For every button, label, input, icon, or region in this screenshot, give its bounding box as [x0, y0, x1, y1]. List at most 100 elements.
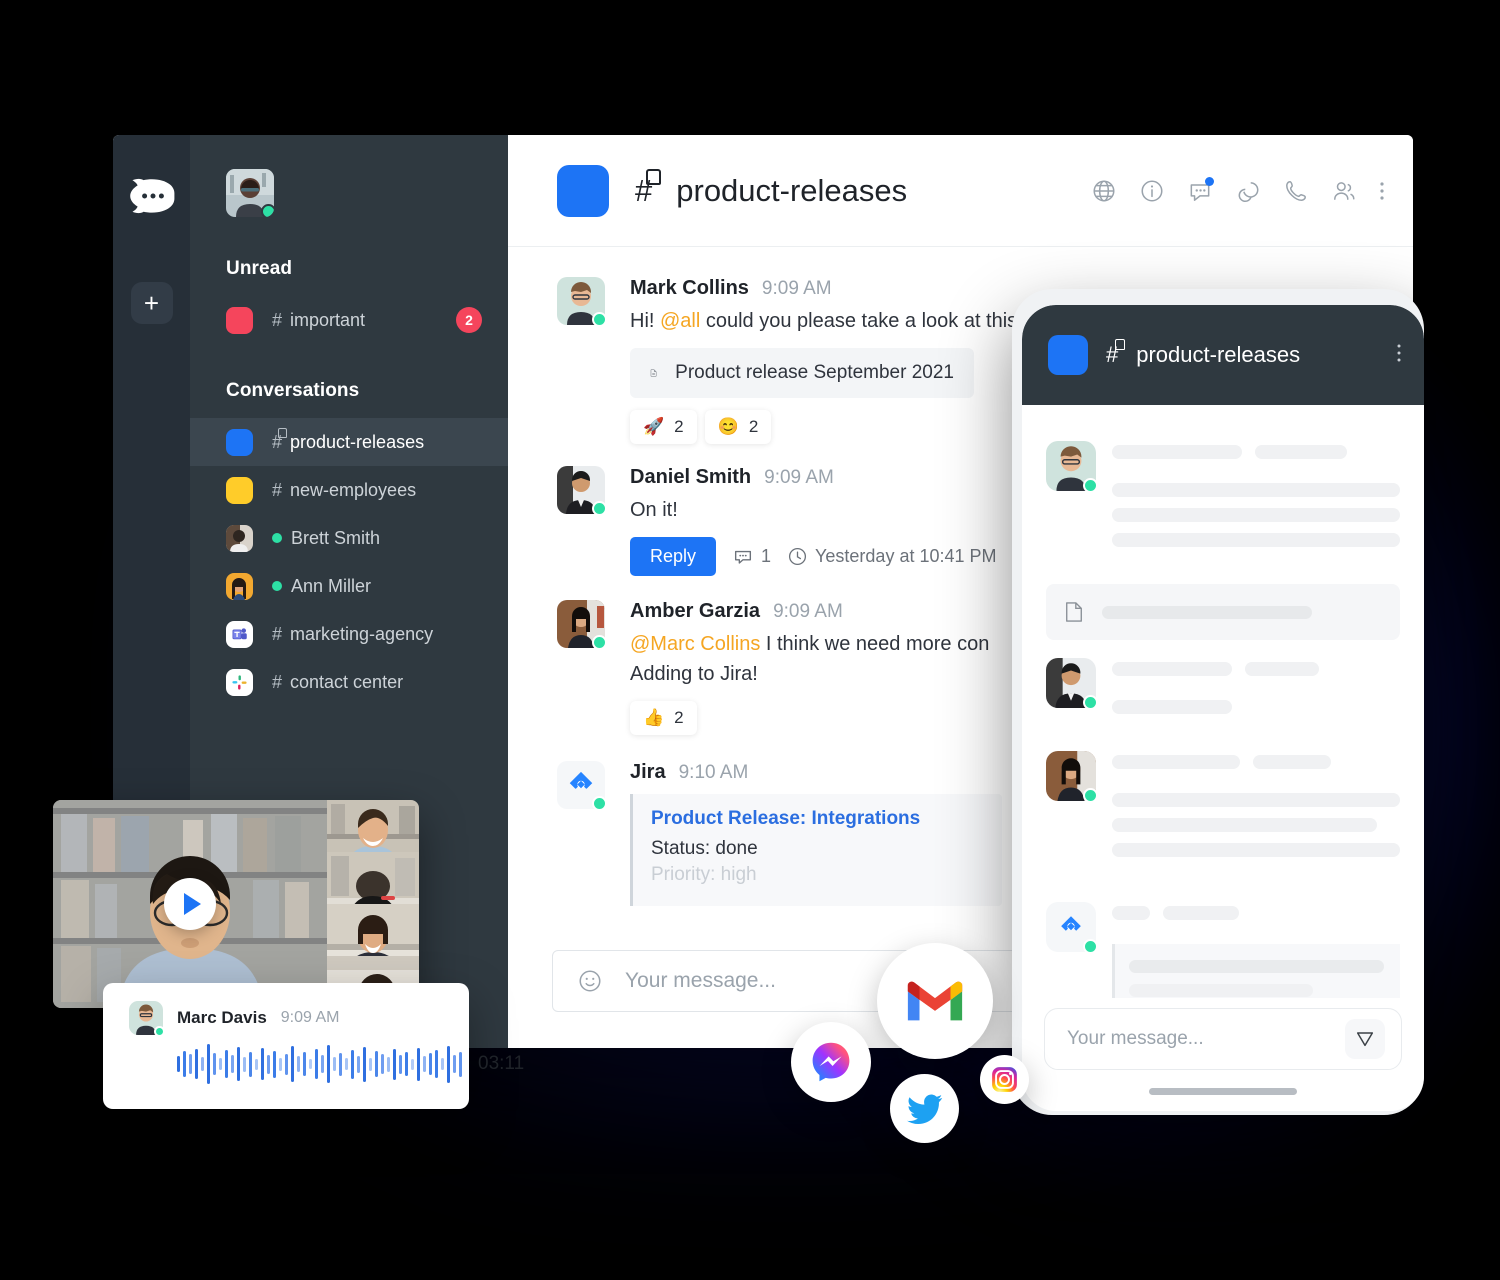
thread-count-meta[interactable]: 1 — [732, 546, 771, 568]
skeleton-lines — [1112, 658, 1400, 725]
attachment-card[interactable] — [1046, 584, 1400, 640]
jira-issue-card[interactable]: Product Release: Integrations Status: do… — [630, 794, 1002, 906]
sidebar-item-label: marketing-agency — [290, 623, 434, 644]
phone-message-list[interactable] — [1022, 405, 1424, 998]
jira-issue-title[interactable]: Product Release: Integrations — [651, 808, 982, 830]
avatar — [1046, 658, 1098, 710]
skeleton-lines — [1112, 441, 1400, 558]
participant-tile[interactable] — [327, 852, 419, 904]
video-call-card[interactable] — [53, 800, 419, 1008]
sidebar-item-label: contact center — [290, 671, 404, 692]
sidebar-item-label: Brett Smith — [291, 527, 381, 548]
header-actions — [1091, 176, 1385, 204]
sidebar-item-brett-smith[interactable]: Brett Smith — [190, 514, 508, 562]
document-icon — [650, 369, 657, 377]
audio-player-row[interactable]: 03:11 — [129, 1041, 524, 1087]
clock-icon — [789, 547, 807, 566]
jira-icon — [569, 771, 593, 789]
message-text-after: could you please take a look at this — [700, 310, 1018, 332]
sidebar-item-label: Ann Miller — [291, 575, 372, 596]
sidebar-item-marketing-agency[interactable]: # marketing-agency — [190, 610, 508, 658]
reaction-rocket[interactable]: 🚀 2 — [630, 410, 697, 444]
send-button[interactable] — [1345, 1019, 1385, 1059]
sidebar-item-product-releases[interactable]: # product-releases — [190, 418, 508, 466]
phone-chat-header: # product-releases — [1022, 305, 1424, 405]
waveform-icon[interactable] — [177, 1041, 462, 1087]
emoji-icon[interactable] — [577, 968, 603, 994]
list-item — [1046, 751, 1400, 868]
twitter-bubble[interactable] — [890, 1074, 959, 1143]
sidebar-item-label: important — [290, 309, 366, 330]
team-icon[interactable] — [1331, 178, 1357, 204]
message-input-placeholder[interactable]: Your message... — [625, 969, 776, 993]
slack-icon — [226, 668, 253, 696]
instagram-bubble[interactable] — [980, 1055, 1029, 1104]
hash-icon: # — [272, 479, 283, 500]
kebab-menu-icon[interactable] — [1396, 342, 1402, 369]
mention-user[interactable]: @Marc Collins — [630, 633, 760, 655]
sidebar-item-label: new-employees — [290, 479, 417, 500]
chat-header: # product-releases — [508, 135, 1413, 247]
mention-all[interactable]: @all — [660, 310, 700, 332]
avatar-ann-image — [226, 572, 253, 600]
send-icon — [1356, 1032, 1374, 1047]
play-icon — [184, 893, 201, 915]
messenger-bubble[interactable] — [791, 1022, 871, 1102]
profile-row[interactable] — [190, 169, 508, 222]
phone-page-title: product-releases — [1136, 342, 1301, 367]
sidebar-section-title-conversations: Conversations — [226, 380, 360, 401]
presence-indicator — [1083, 788, 1098, 803]
home-indicator — [1149, 1088, 1297, 1095]
reaction-thumbsup[interactable]: 👍 2 — [630, 701, 697, 735]
attachment-card[interactable]: Product release September 2021 — [630, 348, 974, 398]
discussion-icon[interactable] — [1187, 176, 1214, 204]
presence-dot-icon — [272, 533, 282, 543]
message-text-before: Hi! — [630, 310, 660, 332]
gmail-bubble[interactable] — [877, 943, 993, 1059]
sidebar-item-contact-center[interactable]: # contact center — [190, 658, 508, 706]
message-text-after: I think we need more con — [760, 633, 990, 655]
phone-composer: Your message... — [1022, 998, 1424, 1070]
avatar — [226, 572, 253, 600]
audio-message-author: Marc Davis — [177, 1008, 267, 1027]
channel-swatch — [226, 428, 253, 456]
hash-lock-icon: # — [272, 427, 288, 452]
plus-icon: + — [143, 288, 160, 318]
play-button[interactable] — [164, 878, 216, 930]
kebab-menu-icon[interactable] — [1379, 178, 1385, 204]
reaction-smile[interactable]: 😊 2 — [704, 410, 772, 444]
info-icon[interactable] — [1139, 178, 1165, 204]
presence-indicator — [592, 796, 607, 811]
unread-badge: 2 — [456, 307, 482, 333]
phone-icon[interactable] — [1283, 178, 1309, 204]
presence-indicator — [261, 204, 274, 217]
mobile-app-window: # product-releases Your message... — [1022, 305, 1424, 1111]
phone-message-input-placeholder[interactable]: Your message... — [1067, 1028, 1204, 1050]
phone-message-input-box[interactable]: Your message... — [1044, 1008, 1402, 1070]
presence-indicator — [1083, 695, 1098, 710]
avatar[interactable] — [557, 277, 607, 327]
last-reply-time: Yesterday at 10:41 PM — [815, 546, 997, 566]
audio-message-card[interactable]: Marc Davis 9:09 AM 03:11 — [103, 983, 524, 1109]
avatar[interactable] — [557, 600, 607, 650]
message-timestamp: 9:09 AM — [773, 601, 843, 622]
avatar — [129, 1001, 165, 1037]
threads-icon[interactable] — [1235, 178, 1261, 204]
globe-icon[interactable] — [1091, 178, 1117, 204]
sidebar-item-ann-miller[interactable]: Ann Miller — [190, 562, 508, 610]
sidebar-item-new-employees[interactable]: # new-employees — [190, 466, 508, 514]
smile-emoji-icon: 😊 — [717, 417, 739, 436]
jira-issue-card[interactable] — [1112, 944, 1400, 998]
reply-button[interactable]: Reply — [630, 537, 717, 576]
thread-icon — [735, 550, 752, 564]
participant-tile[interactable] — [327, 904, 419, 956]
list-item — [1046, 441, 1400, 558]
sidebar-item-important[interactable]: # important 2 — [190, 296, 508, 344]
create-new-button[interactable]: + — [130, 282, 173, 324]
participant-tile[interactable] — [327, 800, 419, 852]
avatar — [226, 524, 253, 552]
sidebar-item-label: product-releases — [290, 431, 425, 452]
avatar[interactable] — [557, 466, 607, 516]
presence-indicator — [1083, 939, 1098, 954]
avatar[interactable] — [226, 169, 274, 217]
